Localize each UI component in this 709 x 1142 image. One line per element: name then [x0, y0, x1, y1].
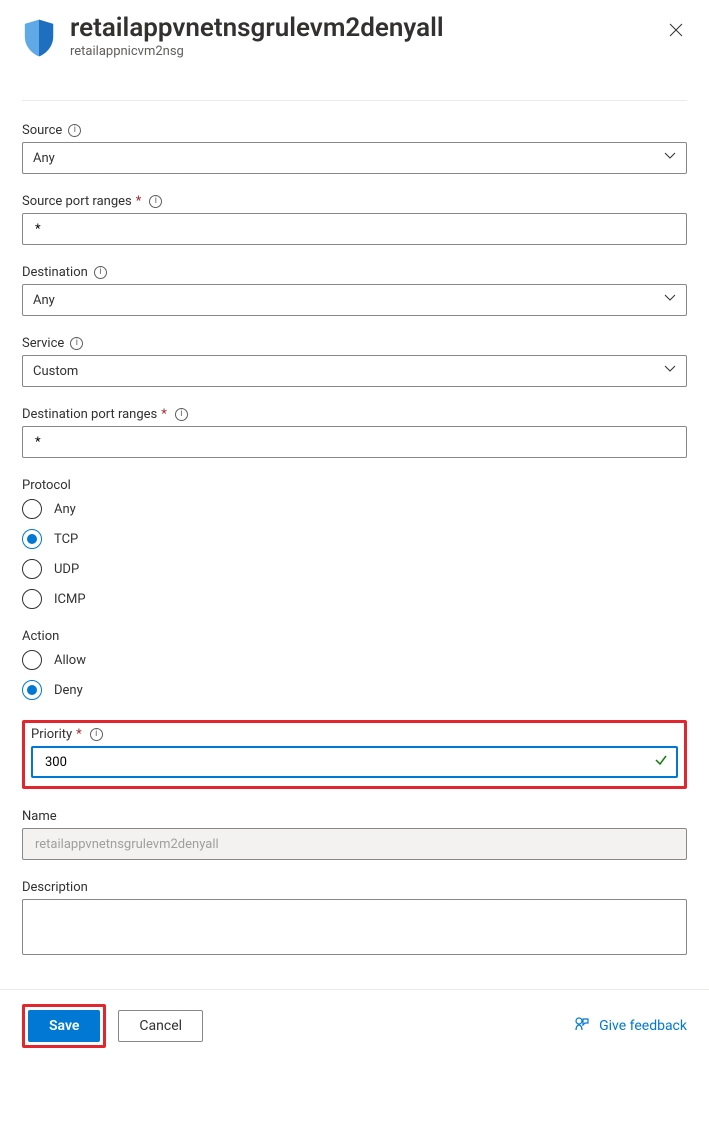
source-select[interactable]: Any [22, 142, 687, 174]
protocol-radio-group: Any TCP UDP ICMP [22, 499, 687, 609]
chevron-down-icon [664, 292, 676, 308]
priority-input[interactable] [31, 746, 678, 778]
footer: Save Cancel Give feedback [0, 990, 709, 1066]
checkmark-icon [654, 753, 668, 771]
protocol-option-tcp[interactable]: TCP [22, 529, 687, 549]
dest-port-ranges-input[interactable] [22, 426, 687, 458]
chevron-down-icon [664, 363, 676, 379]
cancel-button[interactable]: Cancel [118, 1010, 203, 1042]
description-label: Description [22, 880, 88, 895]
name-label: Name [22, 809, 57, 824]
action-option-allow[interactable]: Allow [22, 650, 687, 670]
action-radio-group: Allow Deny [22, 650, 687, 700]
name-input [22, 828, 687, 860]
info-icon[interactable]: i [68, 124, 81, 137]
give-feedback-link[interactable]: Give feedback [573, 1015, 687, 1037]
close-button[interactable] [665, 20, 687, 43]
protocol-option-icmp[interactable]: ICMP [22, 589, 687, 609]
info-icon[interactable]: i [70, 337, 83, 350]
info-icon[interactable]: i [149, 195, 162, 208]
dest-port-ranges-label: Destination port ranges [22, 407, 157, 422]
chevron-down-icon [664, 150, 676, 166]
page-title: retailappvnetnsgrulevm2denyall [70, 14, 665, 44]
info-icon[interactable]: i [94, 266, 107, 279]
service-label: Service [22, 336, 64, 351]
feedback-icon [573, 1015, 591, 1037]
save-highlight: Save [22, 1004, 106, 1048]
protocol-option-any[interactable]: Any [22, 499, 687, 519]
required-indicator: * [76, 727, 82, 742]
action-label: Action [22, 629, 59, 644]
info-icon[interactable]: i [175, 408, 188, 421]
page-subtitle: retailappnicvm2nsg [70, 44, 665, 59]
source-port-ranges-label: Source port ranges [22, 194, 132, 209]
priority-highlight: Priority * i [22, 720, 687, 789]
priority-label: Priority [31, 727, 72, 742]
destination-select[interactable]: Any [22, 284, 687, 316]
save-button[interactable]: Save [28, 1010, 100, 1042]
required-indicator: * [161, 407, 167, 422]
protocol-option-udp[interactable]: UDP [22, 559, 687, 579]
service-select[interactable]: Custom [22, 355, 687, 387]
info-icon[interactable]: i [90, 728, 103, 741]
required-indicator: * [136, 194, 142, 209]
panel-header: retailappvnetnsgrulevm2denyall retailapp… [22, 0, 687, 70]
source-port-ranges-input[interactable] [22, 213, 687, 245]
destination-label: Destination [22, 265, 88, 280]
source-label: Source [22, 123, 62, 138]
description-textarea[interactable] [22, 899, 687, 955]
action-option-deny[interactable]: Deny [22, 680, 687, 700]
shield-icon [22, 18, 56, 62]
protocol-label: Protocol [22, 478, 71, 493]
